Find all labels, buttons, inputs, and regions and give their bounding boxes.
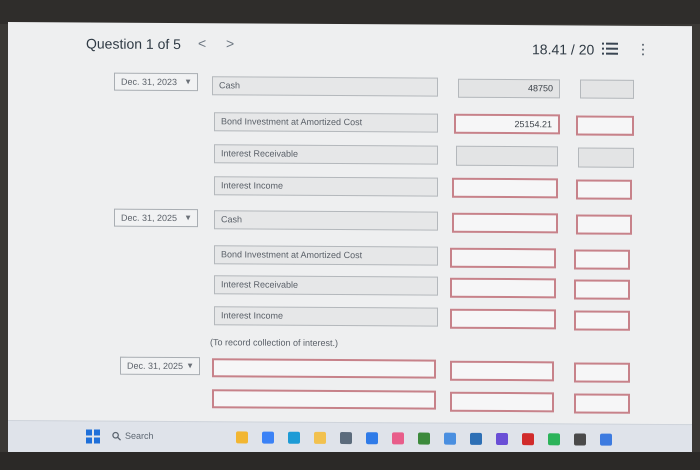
credit-field[interactable]: [576, 179, 632, 200]
date-select[interactable]: Dec. 31, 2023 ▼: [114, 72, 198, 92]
mail-icon[interactable]: [366, 432, 378, 445]
photos-icon[interactable]: [444, 432, 456, 445]
credit-field[interactable]: [574, 279, 630, 300]
debit-value: 25154.21: [514, 118, 552, 129]
app-icon[interactable]: [470, 432, 482, 445]
account-field[interactable]: Interest Receivable: [214, 275, 438, 296]
entry-note: (To record collection of interest.): [210, 337, 339, 349]
account-field[interactable]: Bond Investment at Amortized Cost: [214, 112, 438, 133]
file-explorer-icon[interactable]: [236, 431, 248, 444]
question-label: Question 1 of 5: [86, 35, 181, 53]
account-value: Interest Income: [221, 180, 284, 191]
edge-icon[interactable]: [288, 431, 300, 444]
debit-field[interactable]: [452, 212, 558, 234]
calendar-icon[interactable]: [600, 433, 612, 446]
folder-icon[interactable]: [314, 431, 326, 444]
debit-field[interactable]: [450, 308, 556, 330]
question-list-icon[interactable]: [602, 42, 618, 56]
account-field[interactable]: Bond Investment at Amortized Cost: [214, 245, 438, 266]
browser-screen: Question 1 of 5 < > 18.41 / 20 ⋮ Dec. 31…: [8, 22, 692, 457]
account-field[interactable]: Interest Income: [214, 176, 438, 197]
account-value: Cash: [219, 80, 241, 91]
debit-field[interactable]: [450, 391, 554, 413]
date-select-value: Dec. 31, 2023: [121, 76, 178, 87]
chevron-down-icon: ▼: [186, 361, 194, 371]
account-value: Bond Investment at Amortized Cost: [221, 116, 363, 128]
credit-field[interactable]: [578, 147, 634, 168]
account-field[interactable]: Interest Receivable: [214, 144, 438, 165]
debit-field[interactable]: [450, 247, 556, 269]
debit-field[interactable]: [450, 277, 556, 299]
credit-field[interactable]: [580, 79, 634, 99]
taskbar-icons: [8, 421, 692, 446]
debit-value: 48750: [527, 83, 553, 94]
account-value: Bond Investment at Amortized Cost: [221, 249, 363, 261]
chevron-down-icon: ▼: [184, 77, 192, 87]
debit-field[interactable]: 48750: [458, 78, 560, 99]
account-field[interactable]: Cash: [214, 210, 438, 231]
monitor-bezel: [0, 0, 700, 24]
debit-field[interactable]: [450, 360, 554, 382]
paint-icon[interactable]: [392, 432, 404, 445]
credit-field[interactable]: [574, 249, 630, 270]
credit-field[interactable]: [574, 393, 630, 414]
credit-field[interactable]: [574, 362, 630, 383]
question-header: Question 1 of 5 < > 18.41 / 20 ⋮: [8, 22, 692, 72]
date-select-value: Dec. 31, 2025: [127, 360, 184, 371]
text-icon[interactable]: [574, 433, 586, 446]
account-value: Interest Receivable: [221, 148, 299, 159]
credit-field[interactable]: [576, 115, 634, 136]
score-display: 18.41 / 20: [532, 41, 595, 58]
monitor-bezel-bottom: [0, 452, 700, 470]
game-icon[interactable]: [418, 432, 430, 445]
windows-start-icon[interactable]: [86, 429, 100, 444]
search-icon: [112, 431, 121, 441]
credit-field[interactable]: [576, 214, 632, 235]
debit-field[interactable]: 25154.21: [454, 113, 560, 135]
chevron-down-icon: ▼: [184, 213, 192, 223]
account-value: Cash: [221, 214, 243, 225]
search-label: Search: [125, 430, 154, 441]
chrome-icon[interactable]: [262, 431, 274, 444]
account-field[interactable]: Interest Income: [214, 306, 438, 327]
taskbar-search[interactable]: Search: [112, 431, 154, 441]
credit-field[interactable]: [574, 310, 630, 331]
next-question-button[interactable]: >: [226, 35, 234, 51]
taskbar: Search: [8, 420, 692, 457]
media-icon[interactable]: [496, 432, 508, 446]
more-options-icon[interactable]: ⋮: [636, 41, 650, 58]
account-value: Interest Receivable: [221, 279, 299, 290]
store-icon[interactable]: [340, 432, 352, 445]
spotify-icon[interactable]: [548, 433, 560, 446]
netflix-icon[interactable]: [522, 433, 534, 446]
date-select[interactable]: Dec. 31, 2025 ▼: [114, 208, 198, 228]
debit-field[interactable]: [456, 145, 558, 167]
debit-field[interactable]: [452, 177, 558, 199]
account-field[interactable]: [212, 358, 436, 379]
account-value: Interest Income: [221, 310, 284, 321]
account-field[interactable]: [212, 389, 436, 410]
account-field[interactable]: Cash: [212, 76, 438, 97]
prev-question-button[interactable]: <: [198, 35, 206, 51]
date-select-value: Dec. 31, 2025: [121, 212, 178, 223]
date-select[interactable]: Dec. 31, 2025 ▼: [120, 356, 200, 376]
